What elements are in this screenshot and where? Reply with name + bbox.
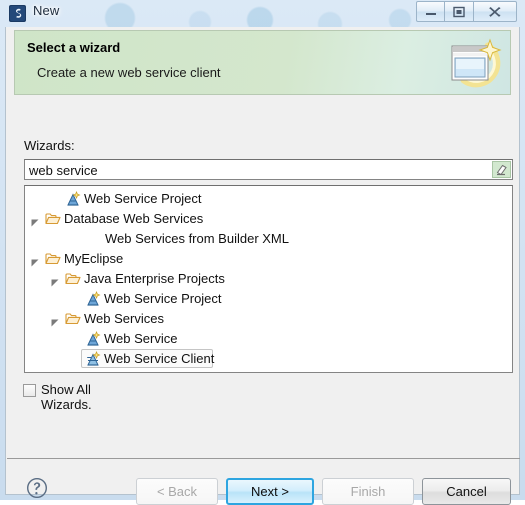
tree-item[interactable]: Java Enterprise Projects <box>25 269 512 289</box>
tree-item[interactable]: Web Services <box>25 309 512 329</box>
close-icon <box>489 6 501 17</box>
tree-item-label: Web Service Project <box>104 291 222 306</box>
tree-item[interactable]: Web Service Project <box>25 289 512 309</box>
title-bar[interactable]: New <box>0 0 525 27</box>
tree-item[interactable]: Web Services from Builder XML <box>25 229 512 249</box>
restore-icon <box>453 6 465 17</box>
dialog-window: New Select a wizard Create a new web ser… <box>0 0 525 505</box>
tree-item[interactable]: Web Service <box>25 329 512 349</box>
wizard-banner: Select a wizard Create a new web service… <box>14 30 511 95</box>
tree-item[interactable]: Database Web Services <box>25 209 512 229</box>
finish-button[interactable]: Finish <box>322 478 414 505</box>
wizards-label: Wizards: <box>24 138 75 153</box>
clear-filter-icon[interactable] <box>492 161 511 178</box>
open-folder-icon <box>65 271 81 287</box>
back-button[interactable]: < Back <box>136 478 218 505</box>
wizard-filter-box[interactable] <box>24 159 513 180</box>
tree-item-label: MyEclipse <box>64 251 124 266</box>
help-icon[interactable] <box>26 477 48 499</box>
window-title: New <box>33 3 60 18</box>
minimize-button[interactable] <box>416 1 445 22</box>
close-button[interactable] <box>473 1 517 22</box>
tree-item[interactable]: Web Service Project <box>25 189 512 209</box>
show-all-wizards-checkbox[interactable] <box>23 384 36 397</box>
wizard-client-icon <box>85 350 101 367</box>
open-folder-icon <box>65 311 81 327</box>
button-bar-separator <box>7 458 520 459</box>
page-title: Select a wizard <box>27 40 121 55</box>
tree-item-label: Web Service Client <box>104 351 215 366</box>
wizard-sparkle-icon <box>446 34 504 92</box>
show-all-wizards-label: Show All Wizards. <box>41 382 92 412</box>
tree-item[interactable]: MyEclipse <box>25 249 512 269</box>
tree-item-label: Web Services from Builder XML <box>105 231 289 246</box>
wizard-icon <box>65 190 81 207</box>
cancel-button[interactable]: Cancel <box>422 478 511 505</box>
open-folder-icon <box>45 251 61 267</box>
tree-item-label: Java Enterprise Projects <box>84 271 225 286</box>
wizard-icon <box>85 290 101 307</box>
myeclipse-app-icon <box>9 5 26 22</box>
page-description: Create a new web service client <box>37 65 221 80</box>
minimize-icon <box>425 12 436 15</box>
wizard-icon <box>85 330 101 347</box>
wizard-tree[interactable]: Web Service Project Database Web Services… <box>24 185 513 373</box>
tree-item[interactable]: Web Service Client <box>25 349 512 369</box>
dialog-client-area: Select a wizard Create a new web service… <box>5 27 520 505</box>
tree-item-label: Web Service <box>104 331 178 346</box>
next-button[interactable]: Next > <box>226 478 314 505</box>
open-folder-icon <box>45 211 61 227</box>
search-input[interactable] <box>29 162 469 179</box>
tree-item-label: Web Service Project <box>84 191 202 206</box>
tree-item-label: Database Web Services <box>64 211 204 226</box>
tree-item-label: Web Services <box>84 311 164 326</box>
maximize-button[interactable] <box>444 1 474 22</box>
